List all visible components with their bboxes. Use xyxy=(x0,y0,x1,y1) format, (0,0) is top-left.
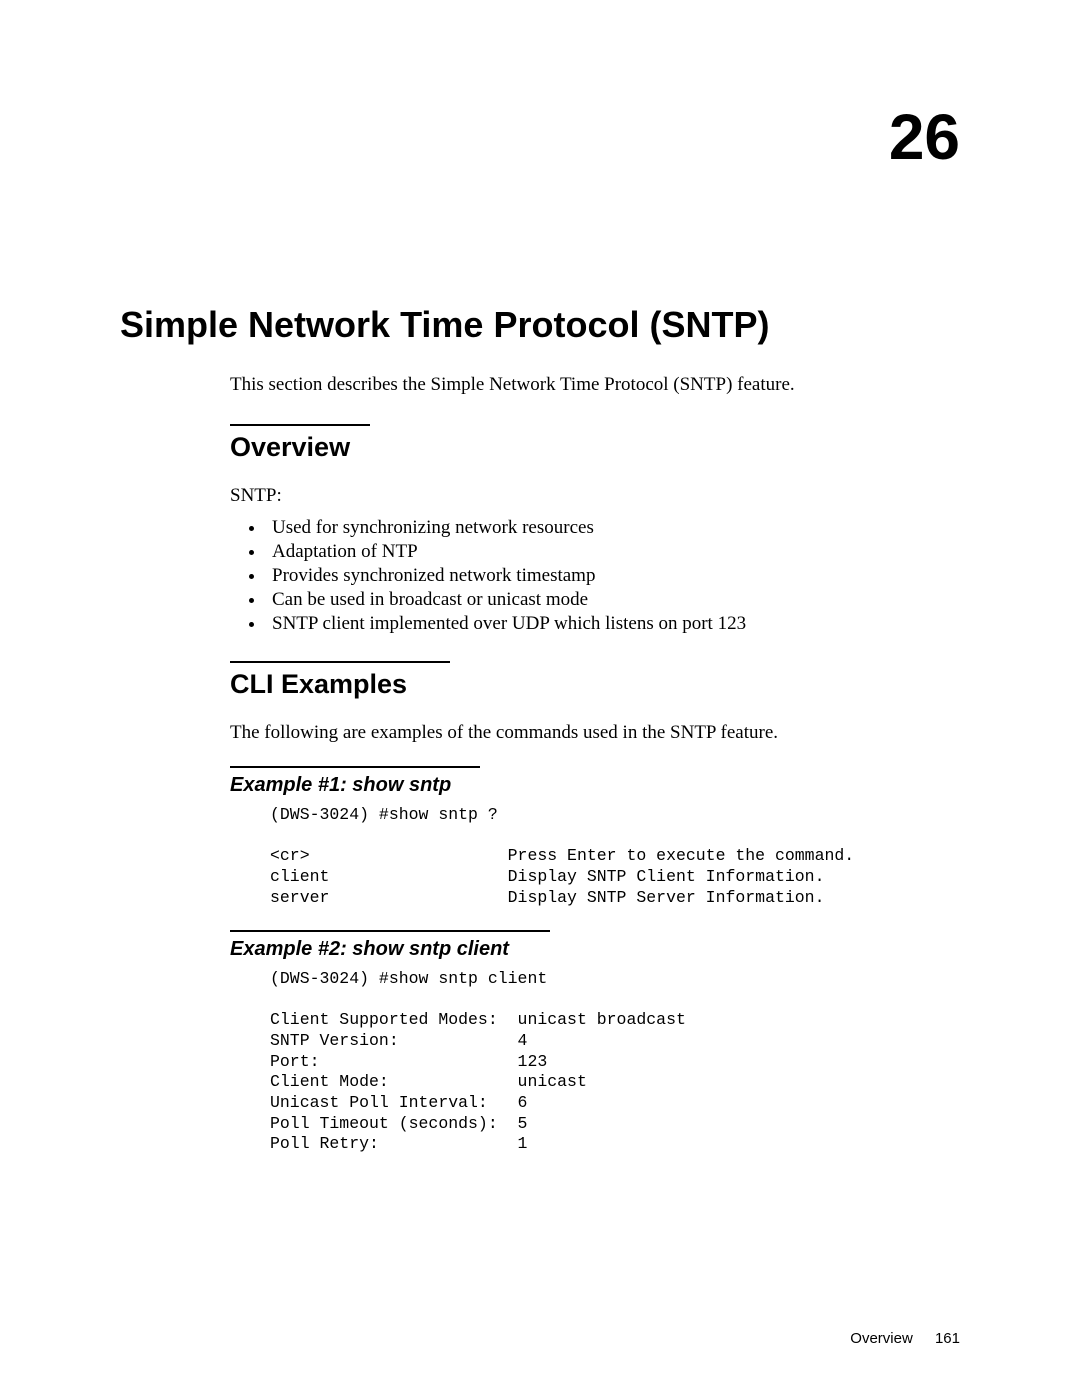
footer-page-number: 161 xyxy=(935,1330,960,1347)
chapter-intro: This section describes the Simple Networ… xyxy=(230,374,960,396)
page: 26 Simple Network Time Protocol (SNTP) T… xyxy=(0,0,1080,1397)
footer-label: Overview xyxy=(850,1330,913,1347)
bullet-item: Provides synchronized network timestamp xyxy=(266,565,960,587)
section-rule-overview xyxy=(230,424,370,426)
section-rule-cli xyxy=(230,661,450,663)
example2-heading: Example #2: show sntp client xyxy=(230,938,960,961)
cli-heading: CLI Examples xyxy=(230,669,960,700)
example1-heading: Example #1: show sntp xyxy=(230,774,960,797)
overview-heading: Overview xyxy=(230,432,960,463)
cli-intro: The following are examples of the comman… xyxy=(230,722,960,744)
footer: Overview 161 xyxy=(850,1330,960,1347)
example1-rule xyxy=(230,766,480,768)
bullet-item: Used for synchronizing network resources xyxy=(266,517,960,539)
example2-rule xyxy=(230,930,550,932)
overview-bullet-list: Used for synchronizing network resources… xyxy=(230,517,960,635)
chapter-title: Simple Network Time Protocol (SNTP) xyxy=(120,304,960,346)
example2-code: (DWS-3024) #show sntp client Client Supp… xyxy=(270,969,960,1155)
bullet-item: Can be used in broadcast or unicast mode xyxy=(266,589,960,611)
bullet-item: Adaptation of NTP xyxy=(266,541,960,563)
chapter-number: 26 xyxy=(120,100,960,174)
example1-code: (DWS-3024) #show sntp ? <cr> Press Enter… xyxy=(270,805,960,908)
overview-subhead: SNTP: xyxy=(230,485,960,507)
bullet-item: SNTP client implemented over UDP which l… xyxy=(266,613,960,635)
